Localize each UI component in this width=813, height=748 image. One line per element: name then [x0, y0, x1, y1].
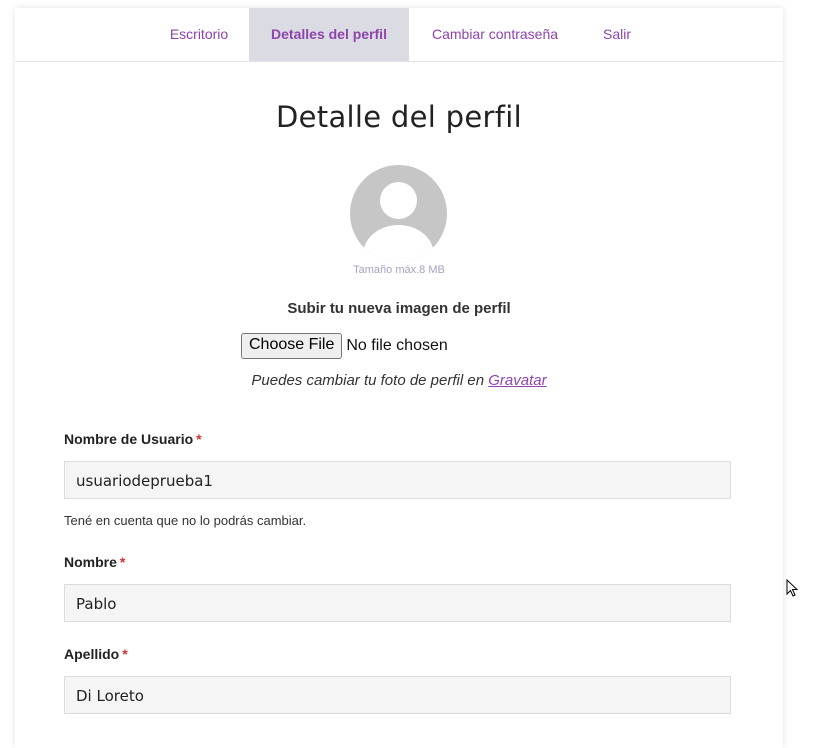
tab-salir[interactable]: Salir — [593, 8, 641, 61]
page-title: Detalle del perfil — [276, 100, 522, 134]
last-name-field[interactable]: Di Loreto — [64, 676, 731, 714]
choose-file-button[interactable]: Choose File — [241, 333, 343, 359]
gravatar-link[interactable]: Gravatar — [488, 372, 546, 389]
username-label: Nombre de Usuario * — [64, 431, 202, 447]
upload-label: Subir tu nueva imagen de perfil — [287, 300, 511, 317]
username-label-text: Nombre de Usuario — [64, 431, 194, 447]
tab-detalles-del-perfil[interactable]: Detalles del perfil — [249, 8, 409, 61]
file-input: Choose File No file chosen — [241, 333, 448, 359]
profile-nav-tabs: Escritorio Detalles del perfil Cambiar c… — [15, 8, 783, 62]
tab-cambiar-contrasena[interactable]: Cambiar contraseña — [421, 8, 569, 61]
last-name-label: Apellido * — [64, 646, 128, 662]
tab-escritorio[interactable]: Escritorio — [152, 8, 246, 61]
last-name-label-text: Apellido — [64, 646, 120, 662]
default-user-avatar-icon — [350, 165, 447, 262]
username-field[interactable]: usuariodeprueba1 — [64, 461, 731, 499]
required-mark: * — [119, 554, 126, 570]
username-hint: Tené en cuenta que no lo podrás cambiar. — [64, 513, 307, 528]
first-name-field[interactable]: Pablo — [64, 584, 731, 622]
avatar-head — [380, 182, 417, 219]
first-name-label-text: Nombre — [64, 554, 117, 570]
required-mark: * — [196, 431, 202, 447]
mouse-pointer-icon — [786, 579, 798, 597]
gravatar-text: Puedes cambiar tu foto de perfil en — [251, 372, 485, 389]
avatar-max-size: Tamaño máx.8 MB — [353, 264, 445, 276]
gravatar-note: Puedes cambiar tu foto de perfil en Grav… — [15, 372, 783, 389]
avatar-body — [363, 225, 434, 262]
file-status: No file chosen — [346, 337, 448, 354]
profile-card: Escritorio Detalles del perfil Cambiar c… — [15, 8, 783, 748]
first-name-label: Nombre * — [64, 554, 125, 570]
required-mark: * — [122, 646, 128, 662]
